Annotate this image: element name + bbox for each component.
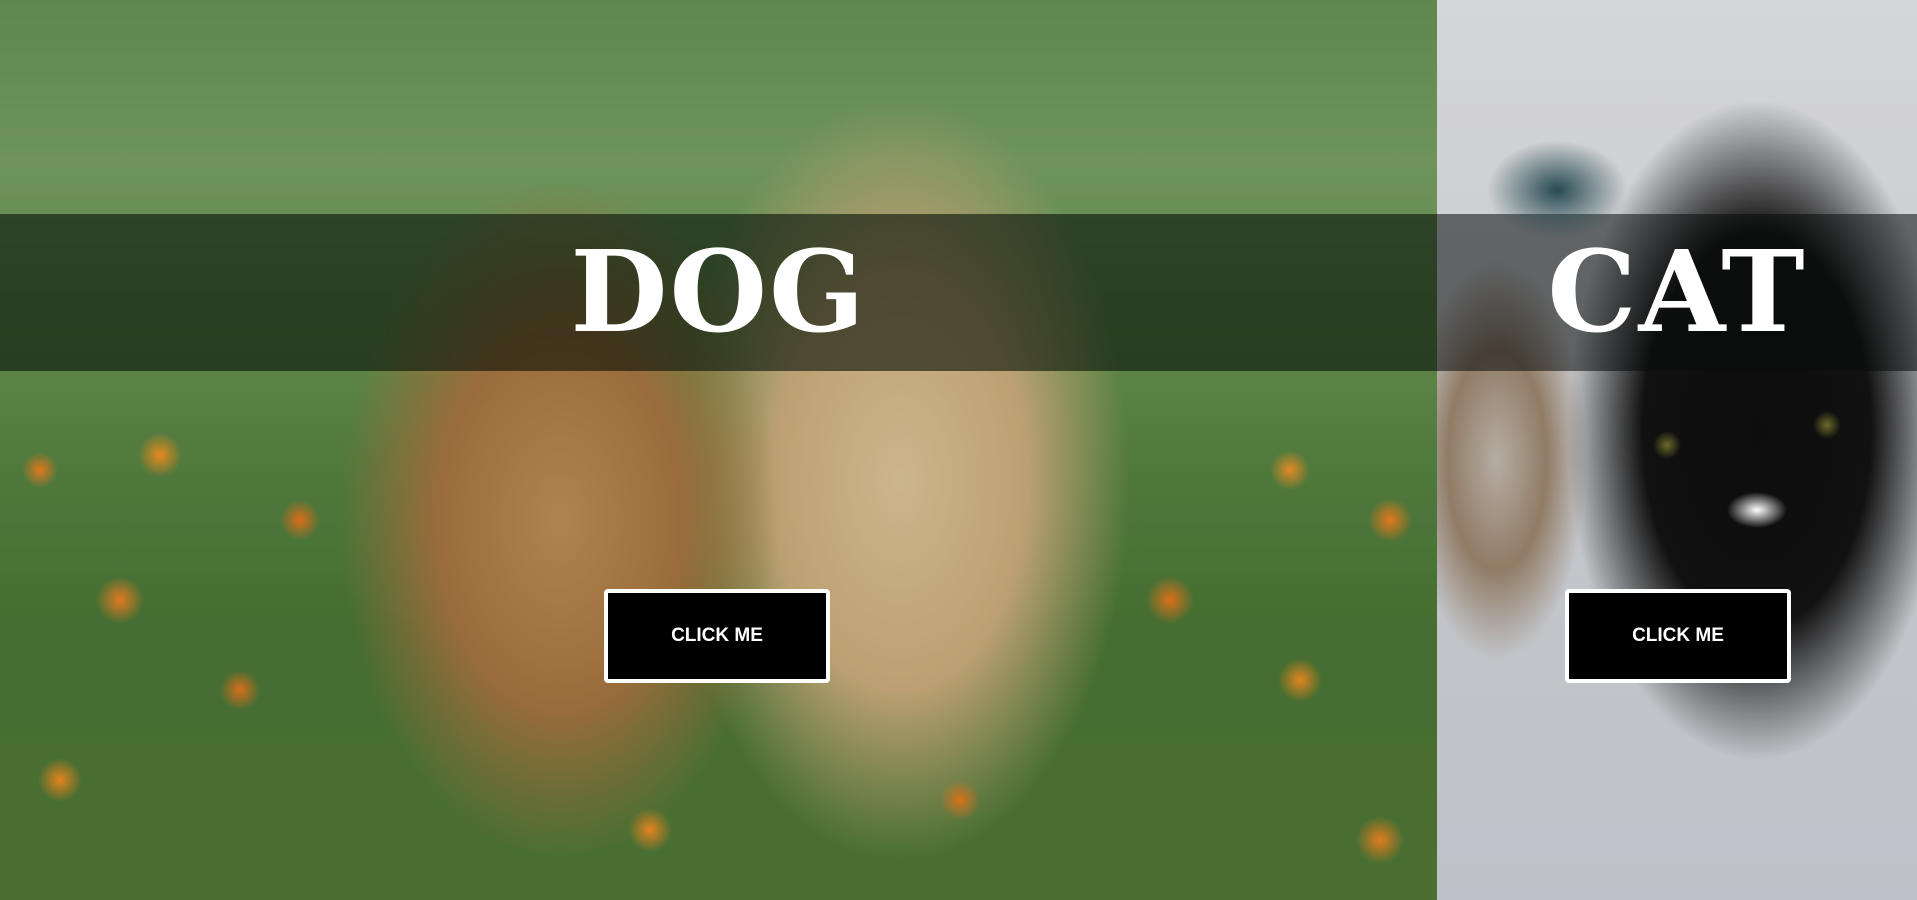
- split-page: DOG CLICK ME CAT CLICK ME: [0, 0, 1917, 900]
- cat-panel[interactable]: CAT CLICK ME: [1437, 0, 1917, 900]
- cat-title: CAT: [1547, 226, 1807, 358]
- dog-title: DOG: [570, 226, 867, 358]
- cat-title-band: CAT: [1437, 214, 1917, 371]
- dog-title-band: DOG: [0, 214, 1437, 371]
- dog-click-me-button[interactable]: CLICK ME: [604, 589, 830, 683]
- dog-panel[interactable]: DOG CLICK ME: [0, 0, 1437, 900]
- cat-photo-overlay: [1437, 0, 1917, 900]
- cat-click-me-button[interactable]: CLICK ME: [1565, 589, 1791, 683]
- dog-photo-overlay: [0, 0, 1437, 900]
